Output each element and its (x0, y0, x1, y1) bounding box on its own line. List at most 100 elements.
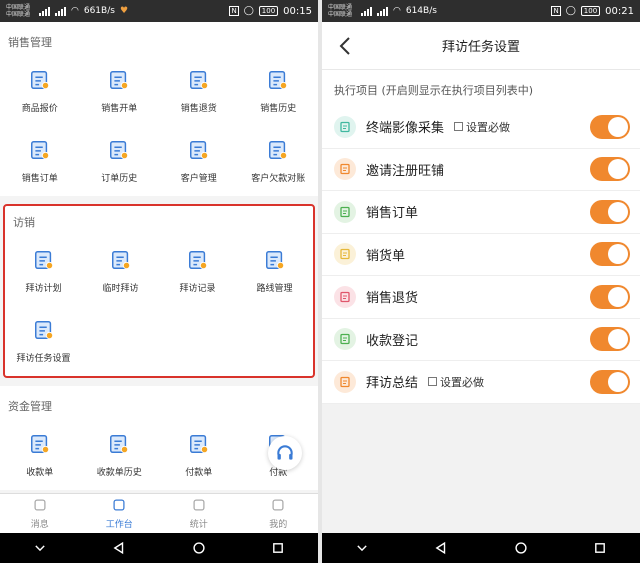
signal-icon (39, 6, 50, 16)
grid-item[interactable]: 拜访计划 (5, 236, 82, 306)
grid-item-label: 订单历史 (101, 173, 138, 184)
task-icon (334, 243, 356, 266)
grid-item[interactable]: 收款单 (0, 420, 80, 490)
enable-toggle[interactable] (590, 114, 630, 139)
system-nav-bar (322, 533, 640, 563)
grid-item[interactable]: 销售订单 (0, 126, 80, 196)
customer-service-button[interactable] (268, 436, 302, 470)
task-row: 邀请注册旺铺 (322, 149, 640, 191)
status-bar: 中国联通 中国联通 ◠ 661B/s ♥ N ◯ 100 00:15 (0, 0, 318, 22)
task-icon (334, 328, 356, 351)
route-icon (264, 249, 286, 275)
task-icon (334, 285, 356, 308)
recents-square-icon[interactable] (593, 541, 607, 555)
carrier-labels: 中国联通 中国联通 (328, 4, 353, 18)
wifi-icon: ◠ (393, 6, 401, 16)
toggle-knob (608, 371, 628, 392)
grid-item-label: 付款单 (185, 467, 213, 478)
left-screen: 中国联通 中国联通 ◠ 661B/s ♥ N ◯ 100 00:15 销售管理 … (0, 0, 318, 563)
money-doc-icon (267, 139, 289, 165)
grid-item[interactable]: 客户管理 (159, 126, 239, 196)
grid-item[interactable]: 收款单历史 (80, 420, 160, 490)
task-row: 销售订单 (322, 191, 640, 234)
network-speed: 661B/s (83, 6, 115, 16)
task-list: 终端影像采集 设置必做 邀请注册旺铺 销售订单 销货单 销售退货 收款登记 拜访总结 设置必做 (322, 106, 640, 404)
back-triangle-icon[interactable] (112, 541, 126, 555)
home-circle-icon[interactable] (192, 541, 206, 555)
enable-toggle[interactable] (590, 369, 630, 394)
chevron-down-icon[interactable] (33, 541, 47, 555)
grid-item-label: 客户管理 (180, 173, 217, 184)
task-icon (334, 370, 356, 393)
task-row: 销售退货 (322, 276, 640, 319)
enable-toggle[interactable] (590, 199, 630, 224)
task-label: 邀请注册旺铺 (366, 163, 445, 179)
back-triangle-icon[interactable] (434, 541, 448, 555)
grid-item-label: 客户欠款对账 (251, 173, 306, 184)
checkbox-icon (428, 377, 438, 387)
task-row: 销货单 (322, 234, 640, 276)
grid-item[interactable]: 拜访任务设置 (5, 306, 82, 376)
required-checkbox[interactable]: 设置必做 (428, 374, 484, 390)
grid-item[interactable]: 销售开单 (80, 56, 160, 126)
checkbox-icon (454, 122, 464, 132)
enable-toggle[interactable] (590, 327, 630, 352)
task-row: 终端影像采集 设置必做 (322, 106, 640, 149)
house-icon (29, 69, 51, 95)
grid-item-label: 收款单 (26, 467, 54, 478)
plan-icon (33, 249, 55, 275)
profile-icon (271, 498, 285, 515)
page-title: 拜访任务设置 (441, 40, 520, 55)
nav-item-label: 我的 (269, 519, 288, 530)
home-circle-icon[interactable] (514, 541, 528, 555)
receipt-icon (29, 433, 51, 459)
receipt-history-icon (108, 433, 130, 459)
enable-toggle[interactable] (590, 242, 630, 267)
back-arrow-icon[interactable] (334, 34, 358, 58)
grid-item[interactable]: 临时拜访 (82, 236, 159, 306)
task-label: 销售退货 (366, 291, 419, 307)
nav-item-label: 工作台 (105, 519, 133, 530)
nav-item[interactable]: 消息 (0, 494, 80, 533)
grid-item[interactable]: 付款单 (159, 420, 239, 490)
grid-item[interactable]: 客户欠款对账 (239, 126, 319, 196)
grid-item-label: 销售开单 (101, 103, 138, 114)
signal-icon (377, 6, 388, 16)
list-doc-icon (29, 139, 51, 165)
task-icon (334, 200, 356, 223)
task-label: 终端影像采集 (366, 121, 445, 137)
toggle-knob (608, 116, 628, 137)
settings-doc-icon (33, 319, 55, 345)
grid-item[interactable]: 拜访记录 (159, 236, 236, 306)
clock-doc-icon (267, 69, 289, 95)
nfc-icon: N (229, 6, 239, 16)
recents-square-icon[interactable] (271, 541, 285, 555)
yen-doc-icon (108, 69, 130, 95)
grid-item-label: 拜访计划 (25, 283, 62, 294)
sales-grid: 商品报价 销售开单 销售退货 销售历史销售订单 订单历史 客户管理 客户欠款对账 (0, 56, 318, 196)
status-time: 00:21 (605, 5, 634, 17)
enable-toggle[interactable] (590, 284, 630, 309)
nav-item[interactable]: 统计 (159, 494, 239, 533)
grid-item[interactable]: 订单历史 (80, 126, 160, 196)
nav-item[interactable]: 工作台 (80, 494, 160, 533)
grid-item[interactable]: 路线管理 (236, 236, 313, 306)
enable-toggle[interactable] (590, 157, 630, 182)
section-title: 销售管理 (8, 36, 52, 49)
grid-item[interactable]: 销售历史 (239, 56, 319, 126)
funds-section: 资金管理 收款单 收款单历史 付款单 付款 (0, 386, 318, 490)
chevron-down-icon[interactable] (355, 541, 369, 555)
grid-item[interactable]: 商品报价 (0, 56, 80, 126)
wifi-icon: ◠ (71, 6, 79, 16)
required-checkbox[interactable]: 设置必做 (454, 119, 510, 135)
visit-section: 访销 拜访计划 临时拜访 拜访记录 路线管理 拜访任务设置 (3, 204, 315, 378)
task-row: 收款登记 (322, 319, 640, 361)
task-label: 收款登记 (366, 333, 419, 349)
grid-item[interactable]: 销售退货 (159, 56, 239, 126)
nav-item-label: 统计 (189, 519, 208, 530)
title-bar: 拜访任务设置 (322, 22, 640, 70)
nav-item[interactable]: 我的 (239, 494, 319, 533)
person-doc-icon (188, 139, 210, 165)
payment-icon (188, 433, 210, 459)
message-icon (33, 498, 47, 515)
